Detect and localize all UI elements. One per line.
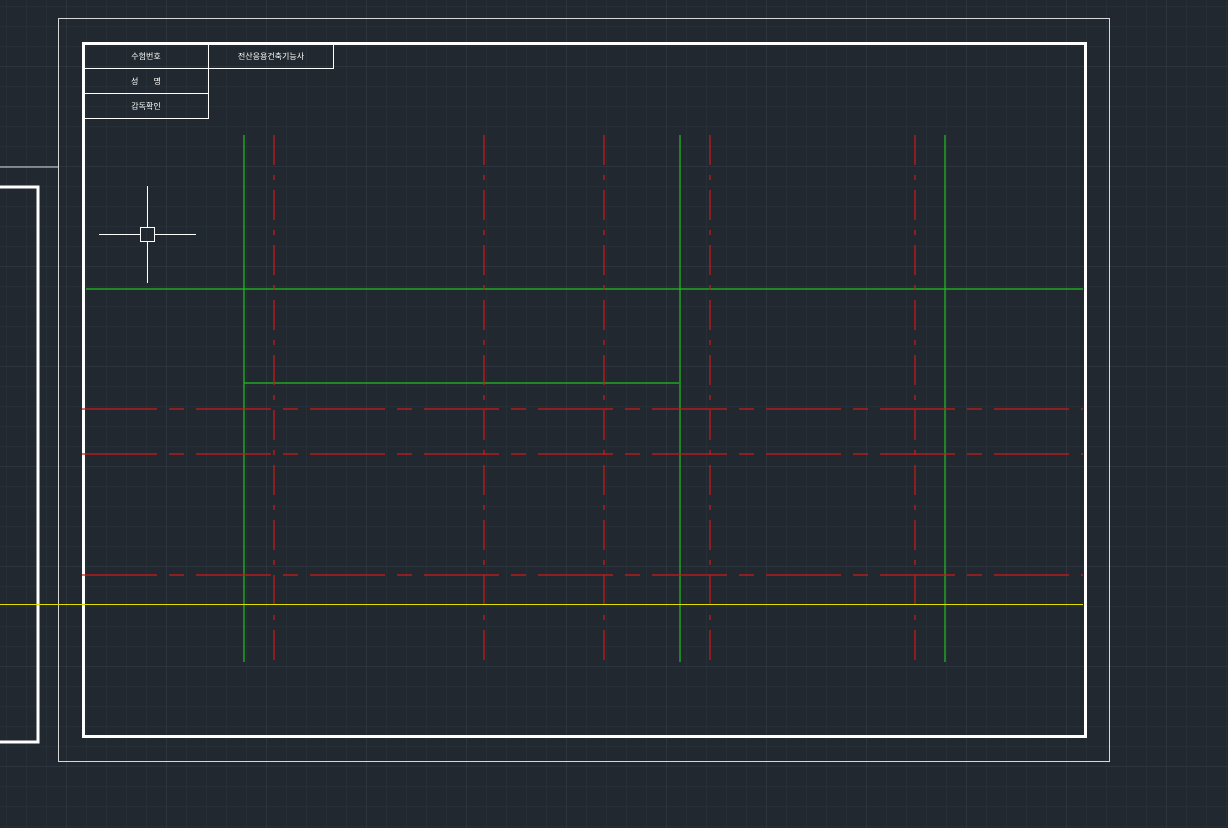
major-grid bbox=[0, 0, 1228, 828]
supervisor-check-label: 감독확인 bbox=[131, 101, 160, 111]
exam-title-value: 전산응용건축기능사 bbox=[238, 51, 305, 61]
drawing-canvas[interactable]: 수험번호 전산응용건축기능사 성 명 감독확인 bbox=[0, 0, 1228, 828]
cad-model-space[interactable]: 수험번호 전산응용건축기능사 성 명 감독확인 bbox=[0, 0, 1228, 828]
exam-number-label: 수험번호 bbox=[131, 52, 160, 61]
name-label: 성 명 bbox=[131, 76, 161, 86]
